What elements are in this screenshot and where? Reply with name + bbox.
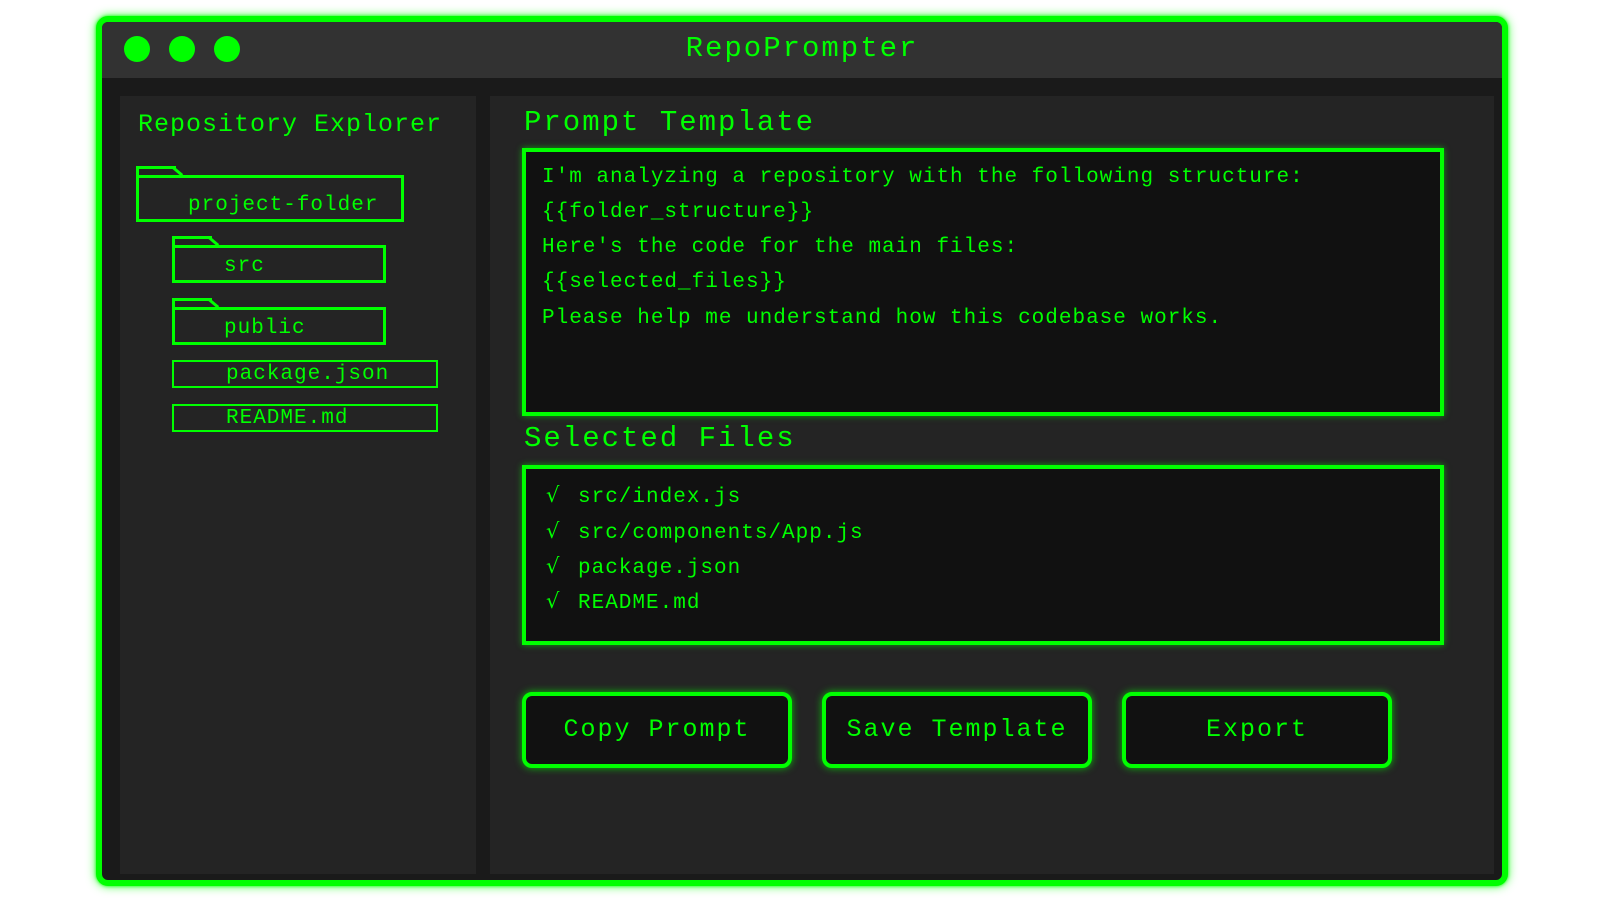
check-icon: √ — [546, 589, 561, 613]
tree-item-label: README.md — [226, 407, 349, 430]
selected-files-title: Selected Files — [524, 422, 796, 455]
tree-item-project-folder[interactable]: project-folder — [136, 166, 404, 222]
template-line: Please help me understand how this codeb… — [542, 307, 1223, 330]
save-template-button[interactable]: Save Template — [822, 692, 1092, 768]
tree-item-label: project-folder — [188, 194, 379, 217]
title-bar: RepoPrompter — [102, 22, 1502, 78]
tree-item-label: src — [224, 255, 265, 278]
copy-prompt-button[interactable]: Copy Prompt — [522, 692, 792, 768]
tree-item-package-json[interactable]: package.json — [172, 360, 438, 388]
check-icon: √ — [546, 554, 561, 578]
template-line: {{folder_structure}} — [542, 201, 815, 224]
template-line: I'm analyzing a repository with the foll… — [542, 166, 1304, 189]
tree-item-label: public — [224, 317, 306, 340]
main-panel: Prompt Template I'm analyzing a reposito… — [490, 96, 1494, 874]
prompt-template-editor[interactable]: I'm analyzing a repository with the foll… — [522, 148, 1444, 416]
app-window: RepoPrompter Repository Explorer project… — [96, 16, 1508, 886]
selected-file-item[interactable]: √ README.md — [546, 589, 700, 615]
selected-files-list: √ src/index.js √ src/components/App.js √ pa… — [522, 465, 1444, 645]
template-line: {{selected_files}} — [542, 271, 787, 294]
prompt-template-title: Prompt Template — [524, 106, 816, 139]
tree-item-src[interactable]: src — [172, 236, 386, 283]
selected-file-item[interactable]: √ package.json — [546, 554, 741, 580]
template-line: Here's the code for the main files: — [542, 236, 1019, 259]
repository-explorer: Repository Explorer project-folder src p… — [120, 96, 476, 874]
export-button[interactable]: Export — [1122, 692, 1392, 768]
sidebar-title: Repository Explorer — [138, 110, 443, 139]
tree-item-readme[interactable]: README.md — [172, 404, 438, 432]
tree-item-label: package.json — [226, 363, 390, 386]
window-title: RepoPrompter — [685, 32, 919, 65]
check-icon: √ — [546, 483, 561, 507]
selected-file-item[interactable]: √ src/index.js — [546, 483, 741, 509]
selected-file-item[interactable]: √ src/components/App.js — [546, 519, 864, 545]
tree-item-public[interactable]: public — [172, 298, 386, 345]
check-icon: √ — [546, 519, 561, 543]
